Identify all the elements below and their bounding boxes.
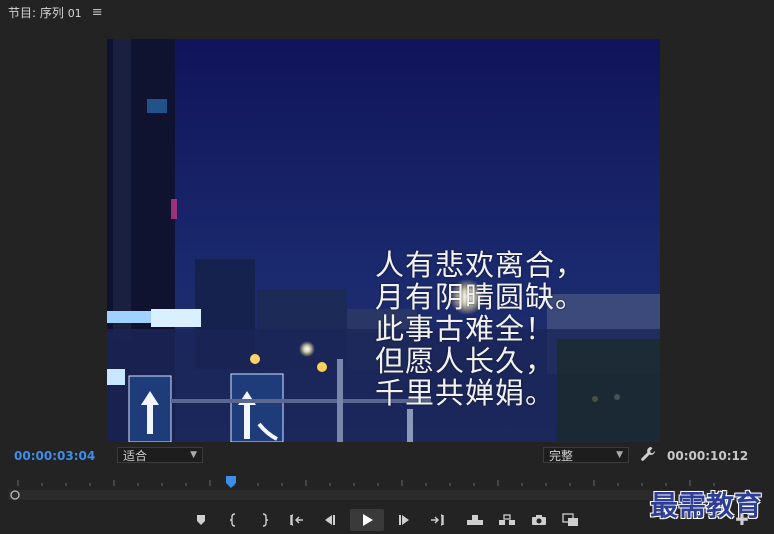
chevron-down-icon: ▼ — [616, 450, 623, 460]
mark-out-icon[interactable] — [254, 509, 276, 531]
panel-header: 节目: 序列 01 ≡ — [0, 0, 774, 24]
panel-title-text: 节目: 序列 — [8, 5, 64, 20]
poem-line-1: 人有悲欢离合， — [375, 248, 586, 282]
zoom-fit-value: 适合 — [123, 448, 148, 463]
add-marker-icon[interactable] — [190, 509, 212, 531]
comparison-view-icon[interactable] — [560, 509, 582, 531]
extract-icon[interactable] — [496, 509, 518, 531]
mark-in-icon[interactable] — [222, 509, 244, 531]
chevron-down-icon: ▼ — [190, 450, 197, 460]
program-viewer[interactable]: 人有悲欢离合， 月有阴晴圆缺。 此事古难全！ 但愿人长久， 千里共婵娟。 — [107, 39, 660, 442]
playback-quality-dropdown[interactable]: 完整 ▼ — [543, 447, 629, 463]
hamburger-menu-icon[interactable]: ≡ — [92, 5, 103, 20]
current-timecode[interactable]: 00:00:03:04 — [14, 449, 95, 463]
step-back-icon[interactable] — [318, 509, 340, 531]
poem-overlay: 人有悲欢离合， 月有阴晴圆缺。 此事古难全！ 但愿人长久， 千里共婵娟。 — [375, 249, 585, 409]
time-ruler[interactable] — [8, 476, 728, 502]
lift-icon[interactable] — [464, 509, 486, 531]
play-button[interactable] — [350, 509, 384, 531]
playback-quality-value: 完整 — [549, 448, 574, 463]
poem-line-5: 千里共婵娟。 — [375, 376, 556, 410]
step-forward-icon[interactable] — [394, 509, 416, 531]
panel-title[interactable]: 节目: 序列 01 — [8, 4, 82, 21]
poem-line-3: 此事古难全！ — [375, 312, 556, 346]
playhead-marker[interactable] — [226, 476, 237, 488]
duration-timecode: 00:00:10:12 — [667, 449, 749, 463]
sequence-number: 01 — [67, 6, 82, 20]
transport-controls — [190, 508, 592, 532]
add-button-icon[interactable]: ✚ — [735, 512, 749, 528]
poem-line-2: 月有阴晴圆缺。 — [375, 280, 586, 314]
play-icon — [363, 514, 373, 526]
go-to-in-icon[interactable] — [286, 509, 308, 531]
zoom-fit-dropdown[interactable]: 适合 ▼ — [117, 447, 203, 463]
export-frame-icon[interactable] — [528, 509, 550, 531]
poem-line-4: 但愿人长久， — [375, 344, 556, 378]
wrench-settings-icon[interactable] — [640, 446, 656, 462]
go-to-out-icon[interactable] — [426, 509, 448, 531]
